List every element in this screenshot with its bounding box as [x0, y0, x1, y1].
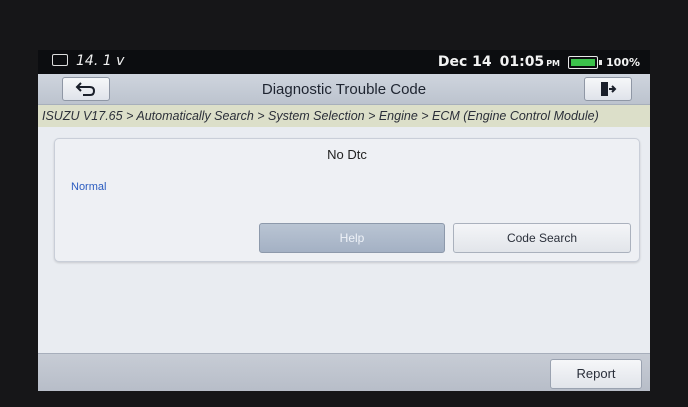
- battery-nub: [599, 59, 603, 65]
- car-battery-icon: [52, 54, 68, 66]
- code-search-button[interactable]: Code Search: [453, 223, 631, 253]
- status-date: Dec 14: [437, 54, 492, 70]
- exit-door-icon: [601, 82, 617, 96]
- dtc-panel: No Dtc Normal Help Code Search: [54, 138, 640, 262]
- exit-button[interactable]: [584, 77, 632, 101]
- help-button[interactable]: Help: [259, 223, 445, 253]
- title-bar: Diagnostic Trouble Code: [38, 74, 650, 105]
- status-bar: 14. 1 v Dec 14 01:05 PM 100%: [38, 50, 650, 74]
- breadcrumb: ISUZU V17.65 > Automatically Search > Sy…: [38, 105, 650, 127]
- device-screen: 14. 1 v Dec 14 01:05 PM 100% Diagnostic T…: [38, 50, 650, 391]
- status-right: Dec 14 01:05 PM 100%: [438, 54, 640, 70]
- status-time-group: 01:05 PM: [500, 54, 560, 70]
- report-button[interactable]: Report: [550, 359, 642, 389]
- voltage-value: 14. 1 v: [76, 53, 125, 69]
- bottom-bar: Report: [38, 353, 650, 391]
- status-time: 01:05: [499, 54, 545, 70]
- battery-percent: 100%: [606, 55, 640, 69]
- battery-icon: [568, 55, 603, 69]
- dtc-status-text: Normal: [71, 181, 107, 193]
- battery-fill: [571, 58, 596, 66]
- page-title: Diagnostic Trouble Code: [261, 81, 427, 98]
- voltage-indicator: 14. 1 v: [52, 53, 124, 69]
- dtc-result-title: No Dtc: [327, 147, 367, 162]
- device-bezel: 14. 1 v Dec 14 01:05 PM 100% Diagnostic T…: [0, 0, 688, 407]
- status-ampm: PM: [546, 59, 561, 68]
